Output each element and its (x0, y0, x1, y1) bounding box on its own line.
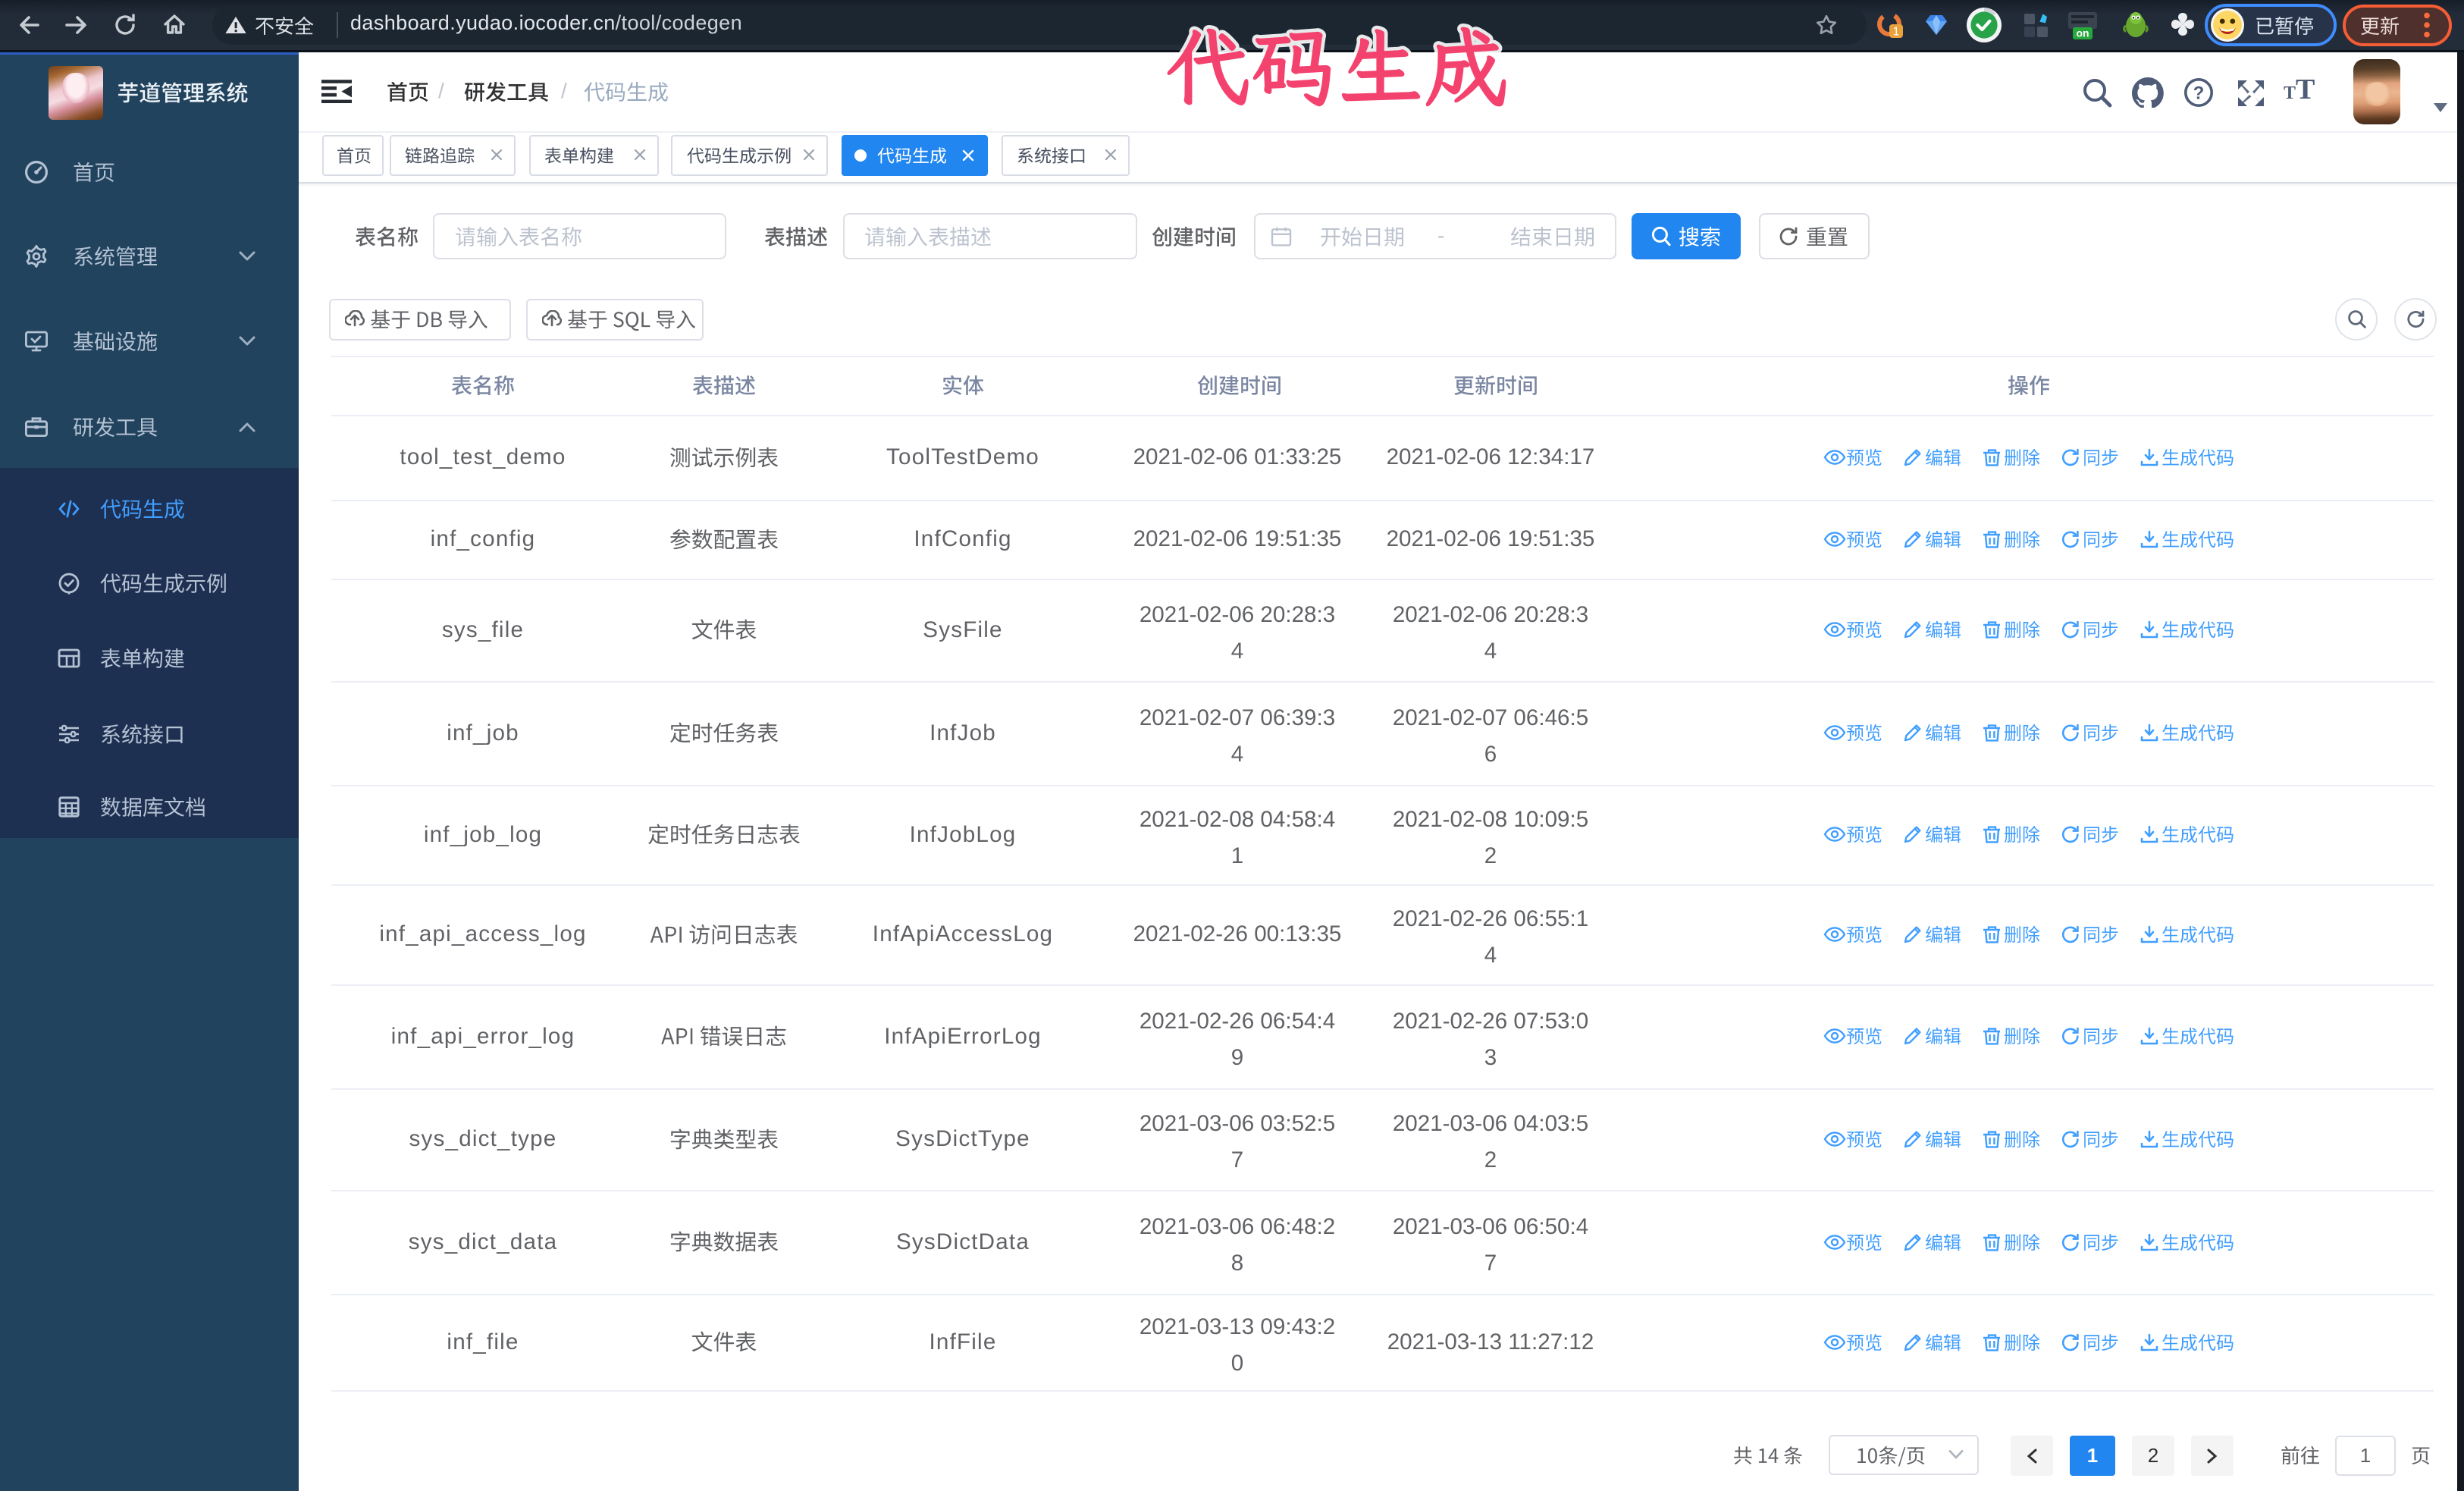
svg-text:?: ? (2193, 83, 2205, 103)
svg-text:1: 1 (1893, 26, 1900, 38)
svg-text:on: on (2076, 27, 2089, 39)
